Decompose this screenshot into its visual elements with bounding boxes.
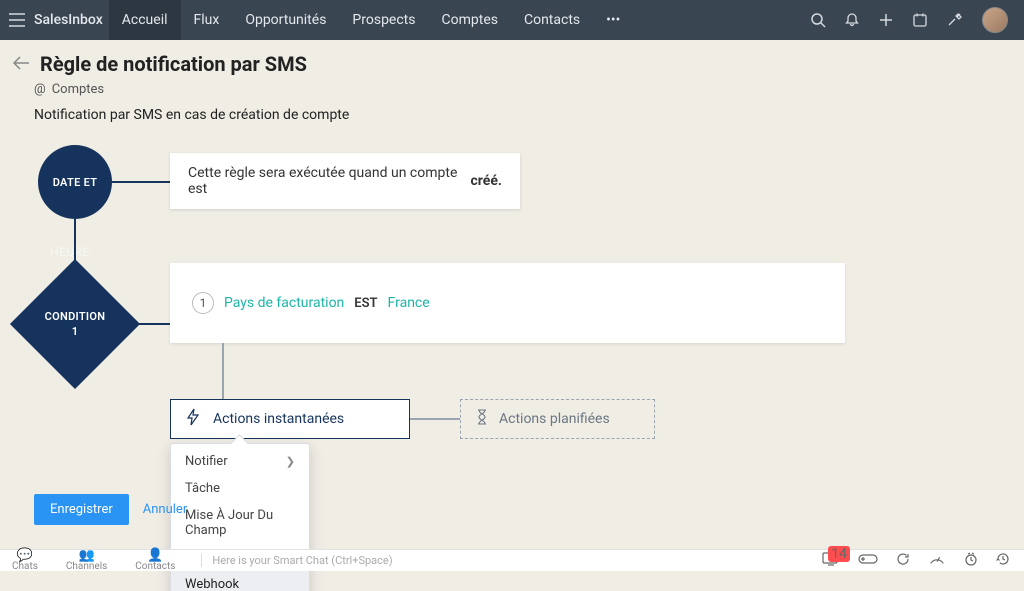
dropdown-item-maj-champ[interactable]: Mise À Jour Du Champ: [171, 502, 309, 544]
page-body: Règle de notification par SMS @ Comptes …: [0, 40, 1024, 571]
workflow-canvas: DATE ET HEURE Cette règle sera exécutée …: [0, 123, 1024, 553]
rule-description: Notification par SMS en cas de création …: [0, 97, 1024, 123]
lightning-icon: [185, 408, 201, 430]
page-title: Règle de notification par SMS: [40, 52, 307, 76]
speed-icon[interactable]: [928, 552, 946, 570]
tab-contacts[interactable]: Contacts: [511, 0, 593, 40]
refresh-icon[interactable]: [896, 552, 910, 570]
instant-actions-box[interactable]: Actions instantanées: [170, 399, 410, 439]
save-button[interactable]: Enregistrer: [34, 494, 129, 525]
tab-more[interactable]: •••: [593, 0, 633, 40]
condition-node-index: 1: [72, 325, 79, 338]
dropdown-item-label: Notifier: [185, 454, 228, 469]
condition-operator: EST: [354, 296, 377, 311]
back-arrow-icon[interactable]: [12, 55, 30, 74]
planned-actions-box[interactable]: Actions planifiées: [460, 399, 655, 439]
module-at-icon: @: [34, 82, 46, 97]
dropdown-item-label: Mise À Jour Du Champ: [185, 508, 295, 538]
statusbar-channels[interactable]: 👥 Channels: [66, 549, 107, 572]
condition-value[interactable]: France: [388, 295, 430, 311]
tab-prospects[interactable]: Prospects: [339, 0, 428, 40]
clock-icon[interactable]: [964, 552, 978, 570]
trigger-text: Cette règle sera exécutée quand un compt…: [188, 165, 467, 197]
statusbar-contacts[interactable]: 👤 Contacts: [135, 549, 175, 572]
gamepad-icon[interactable]: [858, 552, 878, 570]
condition-step-badge: 1: [192, 292, 214, 314]
heure-label: HEURE: [50, 245, 90, 259]
cancel-button[interactable]: Annuler: [143, 502, 187, 517]
connector: [112, 181, 170, 183]
tab-accueil[interactable]: Accueil: [109, 0, 181, 40]
dropdown-item-label: Tâche: [185, 481, 220, 496]
dropdown-item-webhook[interactable]: Webhook: [171, 571, 309, 591]
tab-opportunites[interactable]: Opportunités: [232, 0, 339, 40]
nav-tabs: Accueil Flux Opportunités Prospects Comp…: [109, 0, 634, 40]
condition-card[interactable]: 1 Pays de facturation EST France: [170, 263, 845, 343]
statusbar-item-label: Chats: [12, 562, 38, 572]
statusbar-item-label: Channels: [66, 562, 107, 572]
connector: [410, 418, 460, 420]
hourglass-icon: [475, 409, 489, 429]
topbar-right: [810, 7, 1024, 33]
planned-actions-label: Actions planifiées: [499, 411, 610, 427]
statusbar-chats[interactable]: 💬 Chats: [12, 549, 38, 572]
bell-icon[interactable]: [844, 12, 860, 28]
tools-icon[interactable]: [946, 12, 964, 28]
condition-node-label: CONDITION: [45, 310, 106, 323]
screen-icon[interactable]: 14: [822, 552, 840, 570]
tab-flux[interactable]: Flux: [181, 0, 233, 40]
calendar-icon[interactable]: [912, 12, 928, 28]
module-name: Comptes: [52, 82, 104, 97]
plus-icon[interactable]: [878, 12, 894, 28]
dropdown-item-notifier[interactable]: Notifier ❯: [171, 448, 309, 475]
statusbar-right: 14: [808, 552, 1024, 570]
condition-node[interactable]: CONDITION 1: [29, 278, 121, 370]
history-icon[interactable]: [996, 552, 1010, 570]
statusbar-item-label: Contacts: [135, 562, 175, 572]
instant-actions-label: Actions instantanées: [213, 411, 344, 427]
smartchat-placeholder[interactable]: Here is your Smart Chat (Ctrl+Space): [201, 554, 392, 567]
notification-badge: 14: [828, 546, 850, 562]
footer-actions: Enregistrer Annuler: [34, 494, 187, 525]
trigger-card[interactable]: Cette règle sera exécutée quand un compt…: [170, 153, 520, 209]
connector: [121, 323, 170, 325]
trigger-bold: créé.: [471, 173, 502, 189]
statusbar: 💬 Chats 👥 Channels 👤 Contacts Here is yo…: [0, 549, 1024, 571]
dropdown-item-label: Webhook: [185, 577, 239, 591]
search-icon[interactable]: [810, 12, 826, 28]
connector: [222, 343, 224, 401]
dropdown-item-tache[interactable]: Tâche: [171, 475, 309, 502]
condition-field[interactable]: Pays de facturation: [224, 295, 344, 311]
tab-comptes[interactable]: Comptes: [429, 0, 511, 40]
topbar: SalesInbox Accueil Flux Opportunités Pro…: [0, 0, 1024, 40]
brand-label: SalesInbox: [34, 12, 109, 28]
date-node[interactable]: DATE ET: [38, 145, 112, 219]
hamburger-menu-icon[interactable]: [0, 13, 34, 27]
date-node-label: DATE ET: [53, 176, 98, 189]
avatar[interactable]: [982, 7, 1008, 33]
chevron-right-icon: ❯: [286, 455, 295, 468]
